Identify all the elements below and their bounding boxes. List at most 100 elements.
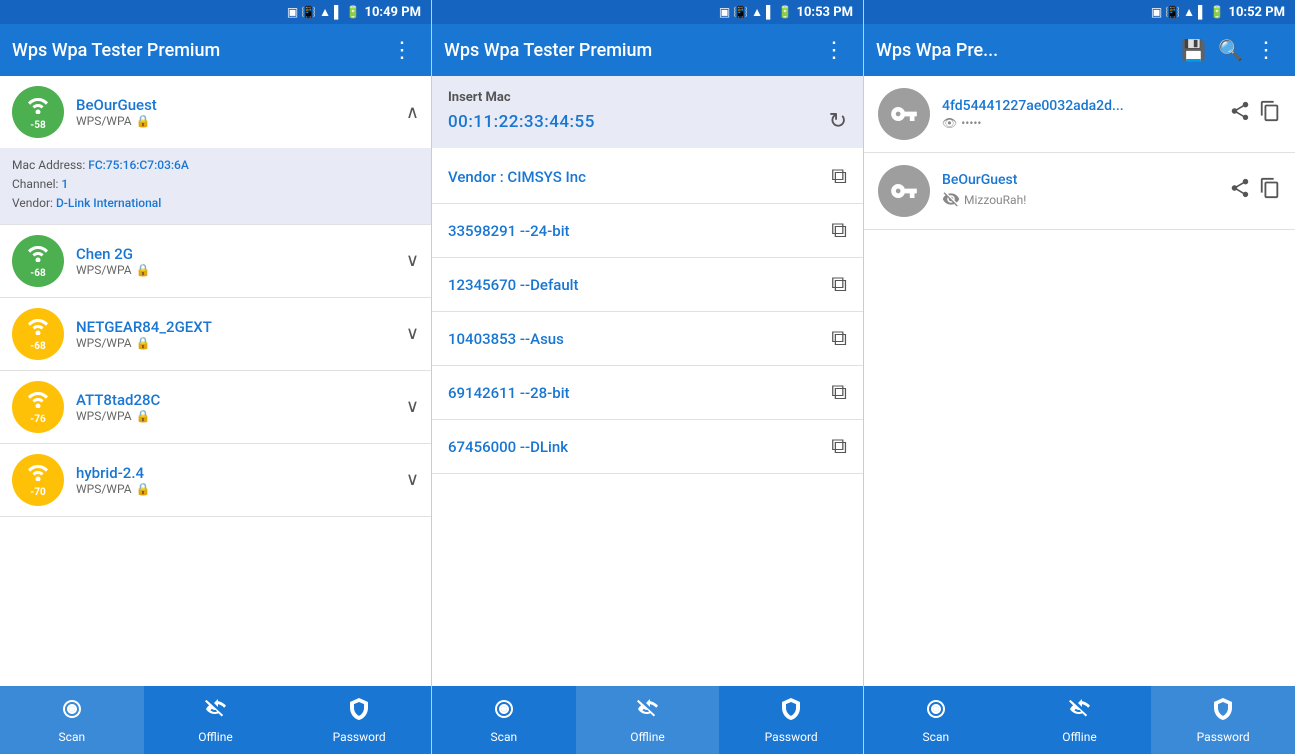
- status-time-2: 10:53 PM: [797, 5, 854, 20]
- network-row-3[interactable]: -76 ATT8tad28C WPS/WPA 🔒 ∨: [0, 371, 431, 443]
- network-row-2[interactable]: -68 NETGEAR84_2GEXT WPS/WPA 🔒 ∨: [0, 298, 431, 370]
- tab-offline-2[interactable]: Offline: [576, 686, 720, 754]
- key-icon-0: [878, 88, 930, 140]
- network-item-4: -70 hybrid-2.4 WPS/WPA 🔒 ∨: [0, 444, 431, 517]
- signal-strength-4: -70: [30, 487, 45, 498]
- wifi-signal-icon-1: [25, 242, 51, 268]
- network-row-4[interactable]: -70 hybrid-2.4 WPS/WPA 🔒 ∨: [0, 444, 431, 516]
- copy-icon-saved-0[interactable]: [1259, 100, 1281, 128]
- network-item-0: -58 BeOurGuest WPS/WPA 🔒 ∧ Mac Address: …: [0, 76, 431, 225]
- network-icon-4: -70: [12, 454, 64, 506]
- mac-result-1[interactable]: 33598291 --24-bit ⧉: [432, 204, 863, 258]
- password-label-2: Password: [765, 730, 818, 744]
- mac-result-0[interactable]: Vendor : CIMSYS Inc ⧉: [432, 150, 863, 204]
- scan-label-3: Scan: [923, 730, 950, 744]
- network-row-1[interactable]: -68 Chen 2G WPS/WPA 🔒 ∨: [0, 225, 431, 297]
- tab-password-1[interactable]: Password: [287, 686, 431, 754]
- tab-offline-3[interactable]: Offline: [1008, 686, 1152, 754]
- network-name-2: NETGEAR84_2GEXT: [76, 318, 406, 336]
- chevron-icon-0[interactable]: ∧: [406, 102, 419, 123]
- refresh-button[interactable]: ↻: [829, 109, 847, 134]
- signal-strength-2: -68: [30, 341, 45, 352]
- battery-icon-2: 🔋: [778, 5, 793, 19]
- screenshot-icon: ▣: [287, 5, 298, 19]
- mac-result-text-0: Vendor : CIMSYS Inc: [448, 168, 586, 186]
- mac-result-5[interactable]: 67456000 --DLink ⧉: [432, 420, 863, 474]
- app-title-3: Wps Wpa Pre...: [876, 40, 1175, 61]
- status-time-1: 10:49 PM: [365, 5, 422, 20]
- wifi-signal-icon-4: [25, 461, 51, 487]
- network-icon-0: -58: [12, 86, 64, 138]
- chevron-icon-2[interactable]: ∨: [406, 323, 419, 344]
- offline-icon-1: [204, 697, 228, 727]
- mac-result-text-5: 67456000 --DLink: [448, 438, 568, 456]
- network-icon-3: -76: [12, 381, 64, 433]
- signal-icon: ▌: [334, 5, 343, 19]
- password-label-3: Password: [1197, 730, 1250, 744]
- vibrate-icon: 📳: [301, 5, 316, 19]
- mac-result-text-2: 12345670 --Default: [448, 276, 579, 294]
- app-title-2: Wps Wpa Tester Premium: [444, 40, 817, 61]
- network-name-0: BeOurGuest: [76, 96, 406, 114]
- bottom-bar-2: Scan Offline Password: [432, 686, 863, 754]
- save-button-3[interactable]: 💾: [1175, 34, 1212, 66]
- network-item-3: -76 ATT8tad28C WPS/WPA 🔒 ∨: [0, 371, 431, 444]
- tab-password-3[interactable]: Password: [1151, 686, 1295, 754]
- key-icon-1: [878, 165, 930, 217]
- lock-icon-1: 🔒: [136, 263, 151, 277]
- tab-scan-2[interactable]: Scan: [432, 686, 576, 754]
- saved-sub-0: 👁 •••••: [942, 116, 1217, 130]
- copy-icon-saved-1[interactable]: [1259, 177, 1281, 205]
- mac-content: Insert Mac 00:11:22:33:44:55 ↻ Vendor : …: [432, 76, 863, 686]
- tab-offline-1[interactable]: Offline: [144, 686, 288, 754]
- copy-icon-0[interactable]: ⧉: [831, 164, 847, 189]
- tab-scan-3[interactable]: Scan: [864, 686, 1008, 754]
- network-icon-1: -68: [12, 235, 64, 287]
- menu-button-2[interactable]: ⋮: [817, 34, 851, 67]
- wifi-icon: ▲: [319, 5, 331, 19]
- tab-password-2[interactable]: Password: [719, 686, 863, 754]
- chevron-icon-3[interactable]: ∨: [406, 396, 419, 417]
- chevron-icon-1[interactable]: ∨: [406, 250, 419, 271]
- copy-icon-2[interactable]: ⧉: [831, 272, 847, 297]
- saved-item-1: BeOurGuest MizzouRah!: [864, 153, 1295, 230]
- copy-icon-4[interactable]: ⧉: [831, 380, 847, 405]
- lock-icon-0: 🔒: [136, 114, 151, 128]
- vibrate-icon-2: 📳: [733, 5, 748, 19]
- password-icon-2: [779, 697, 803, 727]
- saved-passwords-list: 4fd54441227ae0032ada2d... 👁 •••••: [864, 76, 1295, 686]
- chevron-icon-4[interactable]: ∨: [406, 469, 419, 490]
- copy-icon-1[interactable]: ⧉: [831, 218, 847, 243]
- network-item-1: -68 Chen 2G WPS/WPA 🔒 ∨: [0, 225, 431, 298]
- signal-icon-3: ▌: [1198, 5, 1207, 19]
- app-bar-1: Wps Wpa Tester Premium ⋮: [0, 24, 431, 76]
- network-list: -58 BeOurGuest WPS/WPA 🔒 ∧ Mac Address: …: [0, 76, 431, 686]
- copy-icon-5[interactable]: ⧉: [831, 434, 847, 459]
- saved-network-name-1: BeOurGuest: [942, 172, 1217, 188]
- scan-icon-3: [924, 697, 948, 727]
- mac-result-2[interactable]: 12345670 --Default ⧉: [432, 258, 863, 312]
- mac-result-3[interactable]: 10403853 --Asus ⧉: [432, 312, 863, 366]
- eye-hidden-icon-1: [942, 190, 960, 211]
- mac-result-4[interactable]: 69142611 --28-bit ⧉: [432, 366, 863, 420]
- signal-strength-1: -68: [30, 268, 45, 279]
- battery-icon-3: 🔋: [1210, 5, 1225, 19]
- network-row-0[interactable]: -58 BeOurGuest WPS/WPA 🔒 ∧: [0, 76, 431, 148]
- search-button-3[interactable]: 🔍: [1212, 34, 1249, 66]
- status-icons-3: ▣ 📳 ▲ ▌ 🔋: [1151, 5, 1225, 19]
- mac-input-value[interactable]: 00:11:22:33:44:55: [448, 112, 595, 132]
- signal-strength-0: -58: [30, 120, 45, 131]
- copy-icon-3[interactable]: ⧉: [831, 326, 847, 351]
- screenshot-icon-2: ▣: [719, 5, 730, 19]
- password-icon-1: [347, 697, 371, 727]
- share-icon-0[interactable]: [1229, 100, 1251, 128]
- share-icon-1[interactable]: [1229, 177, 1251, 205]
- network-type-0: WPS/WPA 🔒: [76, 114, 406, 128]
- menu-button-3[interactable]: ⋮: [1249, 34, 1283, 67]
- status-icons-1: ▣ 📳 ▲ ▌ 🔋: [287, 5, 361, 19]
- bottom-bar-1: Scan Offline Password: [0, 686, 431, 754]
- tab-scan-1[interactable]: Scan: [0, 686, 144, 754]
- app-title-1: Wps Wpa Tester Premium: [12, 40, 385, 61]
- menu-button-1[interactable]: ⋮: [385, 34, 419, 67]
- wifi-icon-3: ▲: [1183, 5, 1195, 19]
